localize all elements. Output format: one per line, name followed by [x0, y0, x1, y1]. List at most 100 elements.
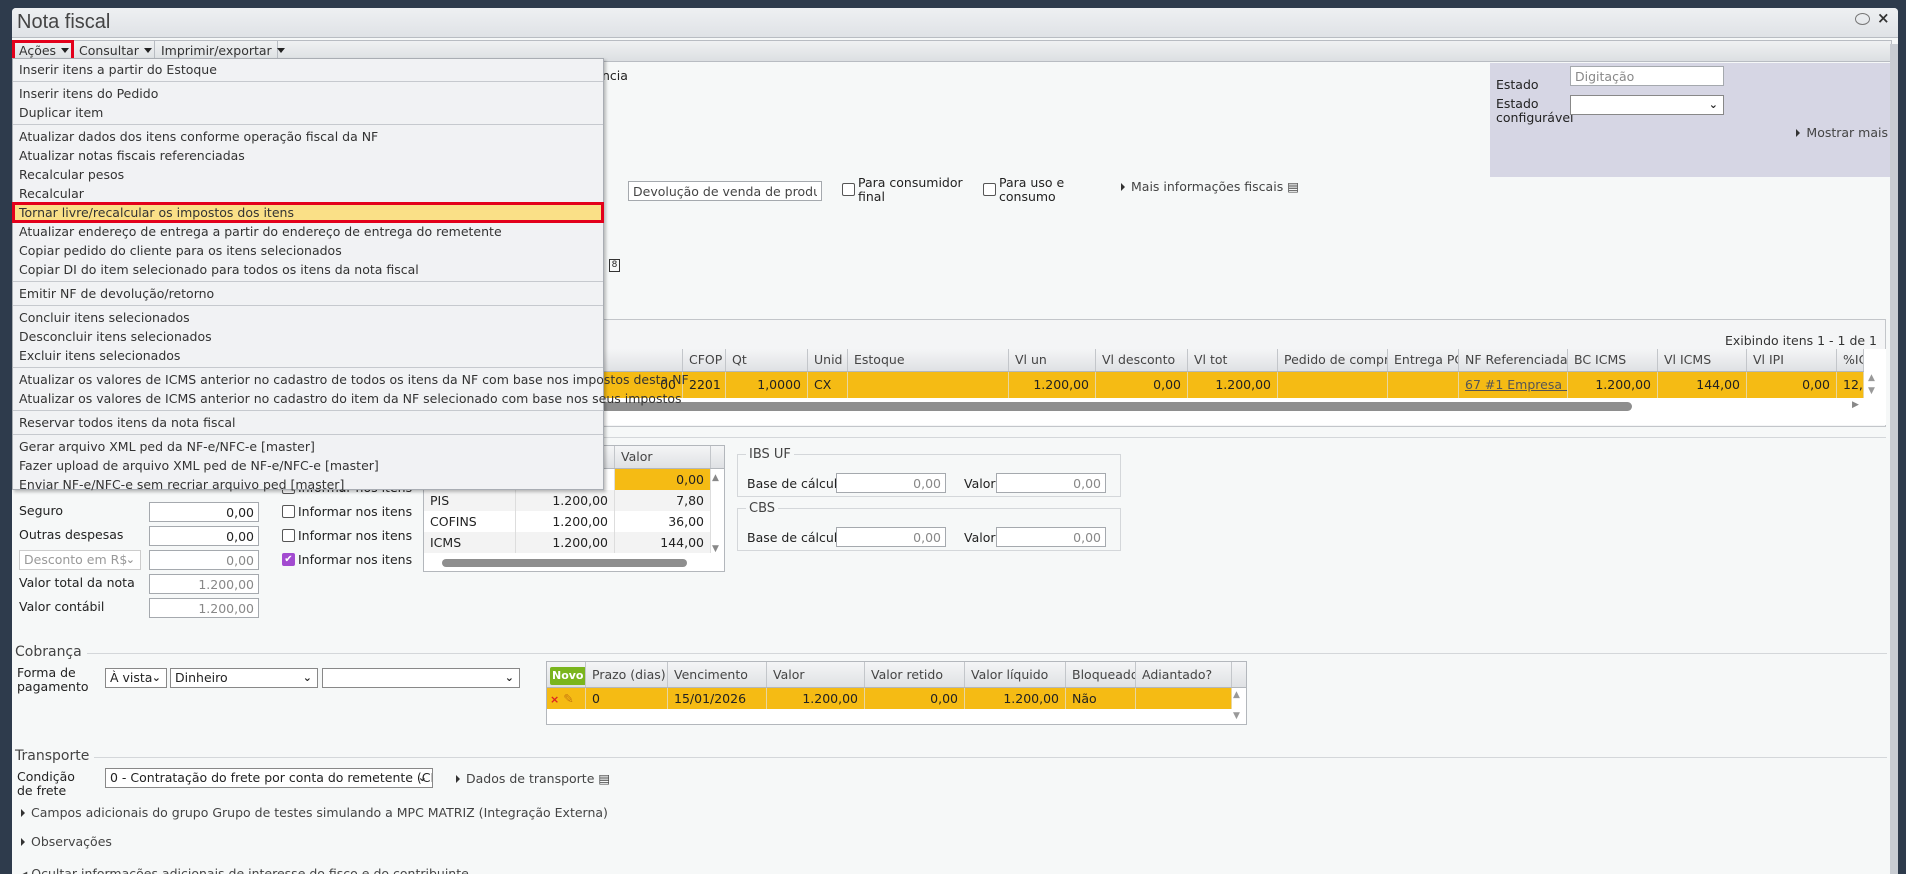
scroll-up-icon[interactable]: ▲ — [1868, 373, 1875, 383]
column-header[interactable]: Vencimento — [668, 662, 767, 687]
menu-item[interactable]: Emitir NF de devolução/retorno — [13, 284, 603, 303]
menu-item[interactable]: Atualizar os valores de ICMS anterior no… — [13, 389, 682, 408]
column-header[interactable]: CFOP — [683, 349, 726, 371]
payment-condition-select[interactable]: À vista ⌄ — [105, 668, 167, 688]
inform-items-checkbox[interactable] — [282, 529, 295, 542]
menu-item[interactable]: Fazer upload de arquivo XML ped de NF-e/… — [13, 456, 603, 475]
scroll-up-icon[interactable]: ▲ — [712, 473, 719, 483]
ibs-base-field[interactable] — [836, 473, 946, 493]
ibs-valor-field[interactable] — [996, 473, 1106, 493]
more-fiscal-link[interactable]: Mais informações fiscais ▤ — [1121, 180, 1299, 194]
partial-header-text: ncia — [602, 68, 628, 83]
menu-separator — [13, 367, 603, 368]
column-header[interactable]: Valor — [767, 662, 865, 687]
use-consumption-checkbox[interactable] — [983, 183, 996, 196]
tax-horizontal-scrollbar[interactable] — [442, 559, 687, 567]
scroll-up-icon[interactable]: ▲ — [1233, 690, 1240, 700]
expand-icon — [21, 838, 25, 846]
desconto-field[interactable] — [149, 550, 259, 570]
estado-configuravel-label: Estado configurável — [1496, 96, 1574, 125]
outras-field[interactable] — [149, 526, 259, 546]
inform-items-checkbox[interactable] — [282, 505, 295, 518]
estado-configuravel-select[interactable]: ⌄ — [1570, 95, 1724, 115]
close-icon[interactable]: × — [1877, 9, 1890, 27]
column-header[interactable]: Valor retido — [865, 662, 965, 687]
column-header[interactable]: Qt — [726, 349, 808, 371]
nf-ref-link[interactable]: 67 #1 Empresa ... — [1459, 372, 1568, 398]
menu-item[interactable]: Gerar arquivo XML ped da NF-e/NFC-e [mas… — [13, 437, 603, 456]
menu-item[interactable]: Duplicar item — [13, 103, 603, 122]
menu-item[interactable]: Atualizar notas fiscais referenciadas — [13, 146, 603, 165]
menu-item[interactable]: Desconcluir itens selecionados — [13, 327, 603, 346]
scroll-down-icon[interactable]: ▼ — [712, 544, 719, 554]
campos-adicionais-toggle[interactable]: Campos adicionais do grupo Grupo de test… — [21, 806, 608, 820]
cond-frete-select[interactable]: 0 - Contratação do frete por conta do re… — [105, 768, 433, 788]
column-header[interactable]: Entrega PC — [1388, 349, 1459, 371]
column-header[interactable]: Vl IPI — [1747, 349, 1837, 371]
menu-item[interactable]: Copiar DI do item selecionado para todos… — [13, 260, 603, 279]
menu-item[interactable]: Atualizar os valores de ICMS anterior no… — [13, 370, 689, 389]
operation-field[interactable] — [628, 181, 822, 201]
dados-transporte-link[interactable]: Dados de transporte ▤ — [456, 772, 610, 786]
consumer-final-checkbox[interactable] — [842, 183, 855, 196]
menu-item[interactable]: Concluir itens selecionados — [13, 308, 603, 327]
table-row[interactable]: ICMS 1.200,00 144,00 — [424, 532, 711, 553]
delete-icon[interactable]: × — [550, 693, 559, 706]
inform-items-checkbox-checked[interactable]: ✔ — [282, 553, 295, 566]
table-row[interactable]: × ✎ 0 15/01/2026 1.200,00 0,00 1.200,00 Não — [547, 688, 1232, 709]
menu-item[interactable]: Copiar pedido do cliente para os itens s… — [13, 241, 603, 260]
menu-item[interactable]: Inserir itens a partir do Estoque — [13, 60, 603, 79]
menu-item[interactable]: Recalcular pesos — [13, 165, 603, 184]
seguro-label: Seguro — [19, 503, 63, 518]
observacoes-toggle[interactable]: Observações — [21, 835, 112, 849]
table-row[interactable]: COFINS 1.200,00 36,00 — [424, 511, 711, 532]
menu-separator — [13, 434, 603, 435]
cbs-base-field[interactable] — [836, 527, 946, 547]
table-cell: CX — [808, 372, 848, 398]
column-header[interactable]: Vl tot — [1188, 349, 1278, 371]
payment-extra-select[interactable]: ⌄ — [322, 668, 520, 688]
column-header[interactable]: NF Referenciada — [1459, 349, 1568, 371]
new-button[interactable]: Novo — [550, 667, 585, 685]
menu-item[interactable]: Atualizar endereço de entrega a partir d… — [13, 222, 603, 241]
column-header[interactable]: Unid — [808, 349, 848, 371]
scroll-down-icon[interactable]: ▼ — [1868, 386, 1875, 396]
contabil-label: Valor contábil — [19, 599, 105, 614]
calendar-icon[interactable]: 8 — [609, 259, 620, 272]
estado-field[interactable] — [1570, 66, 1724, 86]
menu-item[interactable]: Atualizar dados dos itens conforme opera… — [13, 127, 603, 146]
column-header[interactable]: Vl un — [1009, 349, 1096, 371]
menu-item[interactable]: Recalcular — [13, 184, 603, 203]
menu-item[interactable]: Reservar todos itens da nota fiscal — [13, 413, 603, 432]
cbs-valor-field[interactable] — [996, 527, 1106, 547]
column-header[interactable]: Prazo (dias) — [586, 662, 668, 687]
show-more-link[interactable]: Mostrar mais — [1796, 126, 1888, 140]
menu-item[interactable]: Inserir itens do Pedido — [13, 84, 603, 103]
column-header[interactable]: %IC — [1837, 349, 1864, 371]
column-header[interactable]: BC ICMS — [1568, 349, 1658, 371]
column-header[interactable]: Pedido de compra — [1278, 349, 1388, 371]
column-header[interactable]: Valor líquido — [965, 662, 1066, 687]
campos-adicionais-label: Campos adicionais do grupo Grupo de test… — [31, 805, 608, 820]
column-header[interactable]: Bloqueado — [1066, 662, 1136, 687]
payment-method-select[interactable]: Dinheiro ⌄ — [170, 668, 318, 688]
table-cell: 1.200,00 — [767, 688, 865, 709]
table-cell — [848, 372, 1009, 398]
seguro-field[interactable] — [149, 502, 259, 522]
edit-pencil-icon[interactable]: ✎ — [563, 691, 573, 706]
column-header[interactable]: Vl desconto — [1096, 349, 1188, 371]
nf-ref-link-text[interactable]: 67 #1 Empresa ... — [1465, 377, 1567, 392]
menu-item[interactable]: Excluir itens selecionados — [13, 346, 603, 365]
window-vertical-scrollbar[interactable] — [1890, 44, 1898, 874]
scroll-down-icon[interactable]: ▼ — [1233, 711, 1240, 721]
column-header[interactable]: Adiantado? — [1136, 662, 1232, 687]
menu-item-highlighted[interactable]: Tornar livre/recalcular os impostos dos … — [12, 202, 604, 223]
column-header[interactable]: Vl ICMS — [1658, 349, 1747, 371]
menu-item[interactable]: Enviar NF-e/NFC-e sem recriar arquivo pe… — [13, 475, 603, 494]
ocultar-toggle[interactable]: ◂ Ocultar informações adicionais de inte… — [21, 867, 469, 874]
column-header[interactable]: Valor — [615, 446, 711, 468]
column-header[interactable]: Estoque — [848, 349, 1009, 371]
scroll-right-icon[interactable]: ▶ — [1852, 400, 1859, 410]
comment-icon[interactable] — [1855, 13, 1870, 25]
dados-transporte-label: Dados de transporte — [466, 771, 595, 786]
